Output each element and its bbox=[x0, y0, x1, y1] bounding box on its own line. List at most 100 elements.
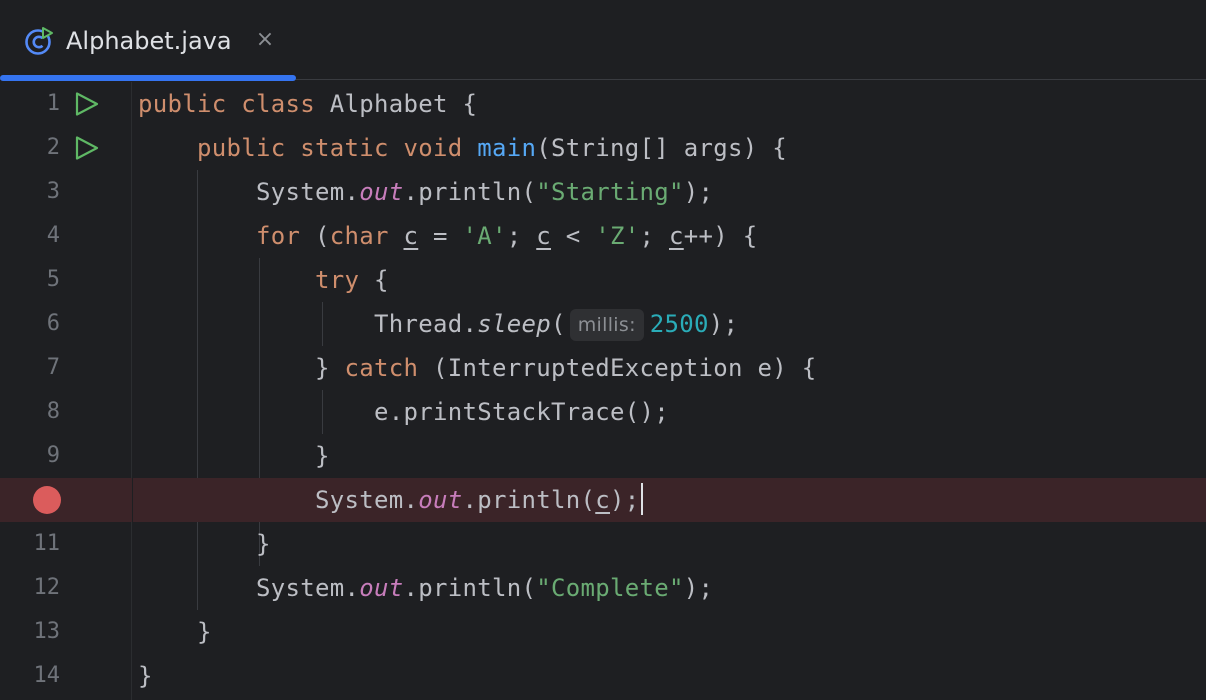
receiver: System. bbox=[315, 486, 419, 514]
receiver: Thread. bbox=[374, 310, 478, 338]
code-line-4[interactable]: for (char c = 'A'; c < 'Z'; c++) { bbox=[133, 214, 1206, 258]
line-number: 12 bbox=[33, 575, 61, 600]
run-play-icon[interactable] bbox=[74, 135, 100, 161]
code-text: } bbox=[138, 610, 212, 654]
line-number: 9 bbox=[46, 443, 60, 468]
gutter-row[interactable]: 6 bbox=[0, 302, 132, 346]
gutter-row[interactable]: 11 bbox=[0, 522, 132, 566]
punct: ++) { bbox=[683, 222, 758, 250]
line-number: 2 bbox=[46, 135, 60, 160]
static-method: sleep bbox=[477, 310, 551, 338]
code-text: public class Alphabet { bbox=[138, 82, 477, 126]
brace: { bbox=[462, 90, 478, 118]
punct: ); bbox=[683, 574, 714, 602]
code-line-2[interactable]: public static void main(String[] args) { bbox=[133, 126, 1206, 170]
line-number: 1 bbox=[46, 91, 60, 116]
code-line-9[interactable]: } bbox=[133, 434, 1206, 478]
code-text: } bbox=[138, 522, 271, 566]
code-editor[interactable]: 1 2 3 4 5 6 7 8 9 11 12 13 14 public cla… bbox=[0, 82, 1206, 700]
line-number: 4 bbox=[46, 223, 60, 248]
breakpoint-dot-icon[interactable] bbox=[33, 486, 61, 514]
receiver: System. bbox=[256, 574, 360, 602]
variable: c bbox=[595, 486, 610, 514]
java-class-run-icon bbox=[25, 27, 53, 55]
code-text: try { bbox=[138, 258, 389, 302]
string-literal: "Starting" bbox=[536, 178, 684, 206]
method-name: main bbox=[477, 134, 537, 162]
punct: ; bbox=[639, 222, 669, 250]
code-line-7[interactable]: } catch (InterruptedException e) { bbox=[133, 346, 1206, 390]
line-number: 3 bbox=[46, 179, 60, 204]
line-number: 7 bbox=[46, 355, 60, 380]
call: .println( bbox=[403, 574, 537, 602]
line-number: 11 bbox=[33, 531, 61, 556]
code-text: Thread.sleep(millis: 2500); bbox=[138, 302, 738, 346]
gutter-row[interactable]: 13 bbox=[0, 610, 132, 654]
line-number: 13 bbox=[33, 619, 61, 644]
gutter-row[interactable]: 9 bbox=[0, 434, 132, 478]
code-line-11[interactable]: } bbox=[133, 522, 1206, 566]
receiver: System. bbox=[256, 178, 360, 206]
gutter-row[interactable]: 3 bbox=[0, 170, 132, 214]
variable: c bbox=[669, 222, 684, 250]
gutter[interactable]: 1 2 3 4 5 6 7 8 9 11 12 13 14 bbox=[0, 82, 132, 700]
keyword: public bbox=[197, 134, 286, 162]
code-line-5[interactable]: try { bbox=[133, 258, 1206, 302]
code-line-12[interactable]: System.out.println("Complete"); bbox=[133, 566, 1206, 610]
gutter-row[interactable]: 12 bbox=[0, 566, 132, 610]
gutter-row[interactable]: 4 bbox=[0, 214, 132, 258]
brace: } bbox=[315, 354, 330, 382]
punct: ; bbox=[506, 222, 537, 250]
operator: = bbox=[418, 222, 463, 250]
line-number: 5 bbox=[46, 267, 60, 292]
gutter-row[interactable]: 7 bbox=[0, 346, 132, 390]
keyword: catch bbox=[344, 354, 419, 382]
gutter-row[interactable]: 5 bbox=[0, 258, 132, 302]
code-line-3[interactable]: System.out.println("Starting"); bbox=[133, 170, 1206, 214]
code-text: } catch (InterruptedException e) { bbox=[138, 346, 816, 390]
close-icon[interactable]: × bbox=[254, 29, 276, 51]
code-text: for (char c = 'A'; c < 'Z'; c++) { bbox=[138, 214, 758, 258]
static-field: out bbox=[359, 178, 404, 206]
gutter-row[interactable]: 8 bbox=[0, 390, 132, 434]
code-line-14[interactable]: } bbox=[133, 654, 1206, 698]
tab-label: Alphabet.java bbox=[66, 27, 232, 55]
statement: e.printStackTrace(); bbox=[374, 398, 669, 426]
code-text: } bbox=[138, 654, 153, 698]
variable: c bbox=[536, 222, 551, 250]
line-number: 14 bbox=[33, 663, 61, 688]
tab-alphabet-java[interactable]: Alphabet.java × bbox=[0, 0, 296, 81]
keyword: class bbox=[241, 90, 315, 118]
call: .println( bbox=[403, 178, 537, 206]
char-literal: 'Z' bbox=[595, 222, 640, 250]
active-tab-indicator bbox=[0, 75, 296, 81]
code-text: } bbox=[138, 434, 330, 478]
punct: ( bbox=[551, 310, 566, 338]
code-line-8[interactable]: e.printStackTrace(); bbox=[133, 390, 1206, 434]
brace: } bbox=[138, 662, 153, 690]
code-text: e.printStackTrace(); bbox=[138, 390, 669, 434]
gutter-row[interactable]: 2 bbox=[0, 126, 132, 170]
brace: } bbox=[197, 618, 212, 646]
class-name: Alphabet bbox=[329, 90, 448, 118]
gutter-row-breakpoint[interactable] bbox=[0, 478, 132, 522]
editor-tab-bar: Alphabet.java × bbox=[0, 0, 1206, 81]
code-line-6[interactable]: Thread.sleep(millis: 2500); bbox=[133, 302, 1206, 346]
text-caret bbox=[640, 483, 643, 515]
run-play-icon[interactable] bbox=[74, 91, 100, 117]
number-literal: 2500 bbox=[649, 310, 709, 338]
code-line-13[interactable]: } bbox=[133, 610, 1206, 654]
variable: c bbox=[403, 222, 419, 250]
line-number: 8 bbox=[46, 399, 60, 424]
static-field: out bbox=[359, 574, 404, 602]
code-line-1[interactable]: public class Alphabet { bbox=[133, 82, 1206, 126]
keyword: void bbox=[403, 134, 463, 162]
gutter-row[interactable]: 14 bbox=[0, 654, 132, 698]
char-literal: 'A' bbox=[462, 222, 507, 250]
line-number: 6 bbox=[46, 311, 60, 336]
code-area[interactable]: public class Alphabet { public static vo… bbox=[133, 82, 1206, 700]
gutter-row[interactable]: 1 bbox=[0, 82, 132, 126]
code-line-10-breakpoint[interactable]: System.out.println(c); bbox=[133, 478, 1206, 522]
code-text: public static void main(String[] args) { bbox=[138, 126, 787, 170]
punct: ); bbox=[708, 310, 739, 338]
